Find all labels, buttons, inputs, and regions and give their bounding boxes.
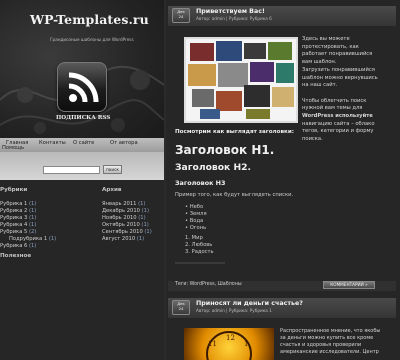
archive-item[interactable]: Сентябрь 2010 (1) [102,229,152,235]
bullet-item: • Земля [185,211,207,217]
post-intro-text: Здесь вы можете протестировать, как рабо… [302,36,378,143]
category-item[interactable]: Рубрика 5 (2) [0,229,36,235]
list-intro: Пример того, как будут выглядеть списки. [175,192,294,198]
nav-item-author[interactable]: От автора [110,140,138,146]
search-button[interactable]: поиск [103,165,122,174]
category-item[interactable]: Рубрика 6 (1) [0,243,36,249]
numbered-item: 3. Радость [185,249,214,255]
archive-item[interactable]: Ноябрь 2010 (1) [102,215,146,221]
subcategory-item[interactable]: Подрубрика 1 (1) [9,236,56,242]
archive-item[interactable]: Октябрь 2010 (1) [102,222,149,228]
archive-item[interactable]: Август 2010 (1) [102,236,144,242]
post-tags[interactable]: Теги: WordPress, Шаблоны [175,282,242,287]
post-meta: Автор: admin | Рубрика: Рубрика 6 [196,16,272,21]
nav-item-about[interactable]: О сайте [73,140,94,146]
divider [175,262,225,264]
comments-button[interactable]: КОММЕНТАРИИ » [323,281,375,289]
date-day: 24 [178,14,184,19]
site-title[interactable]: WP-Templates.ru [30,12,149,27]
category-item[interactable]: Рубрика 2 (1) [0,208,36,214]
archive-item[interactable]: Декабрь 2010 (1) [102,208,149,214]
headings-intro: Посмотрим как выглядят заголовки: [175,129,294,135]
heading-h3-sample: Заголовок H3 [175,179,226,187]
bullet-item: • Небо [185,204,204,210]
nav-item-help[interactable]: Помощь [2,145,24,151]
numbered-item: 2. Любовь [185,242,213,248]
date-badge: Дек 24 [172,8,190,23]
categories-title: Рубрики [0,187,28,193]
svg-text:11: 11 [208,340,217,348]
money-clock-image: 11 12 1 [184,328,274,360]
search-input[interactable] [43,166,100,174]
heading-h2-sample: Заголовок H2. [175,162,252,173]
site-tagline: Грандиозные шаблоны для WordPress [50,37,134,42]
svg-text:12: 12 [226,334,235,342]
svg-text:1: 1 [244,340,248,348]
rss-icon[interactable] [57,62,107,112]
rss-subscribe-label[interactable]: ПОДПИСКА RSS [56,115,110,121]
date-badge: Дек 24 [172,300,190,315]
date-day: 24 [178,306,184,311]
heading-h1-sample: Заголовок H1. [175,143,275,157]
templates-collage-image [184,37,298,123]
numbered-item: 1. Мир [185,235,203,241]
archive-item[interactable]: Январь 2011 (1) [102,201,145,207]
post-title[interactable]: Приносят ли деньги счастье? [196,300,303,307]
nav-item-contacts[interactable]: Контакты [39,140,66,146]
category-item[interactable]: Рубрика 4 (1) [0,222,36,228]
category-item[interactable]: Рубрика 3 (1) [0,215,36,221]
bullet-item: • Вода [185,218,204,224]
bullet-item: • Огонь [185,225,207,231]
post2-excerpt: Распространенное мнение, что якобы за де… [280,328,381,355]
post-title[interactable]: Приветствуем Вас! [196,8,265,15]
archive-title: Архив [102,187,122,193]
recent-title: Полезное [0,253,32,259]
category-item[interactable]: Рубрика 1 (1) [0,201,36,207]
post-meta: Автор: admin | Рубрика: Рубрика 1 [196,308,272,313]
